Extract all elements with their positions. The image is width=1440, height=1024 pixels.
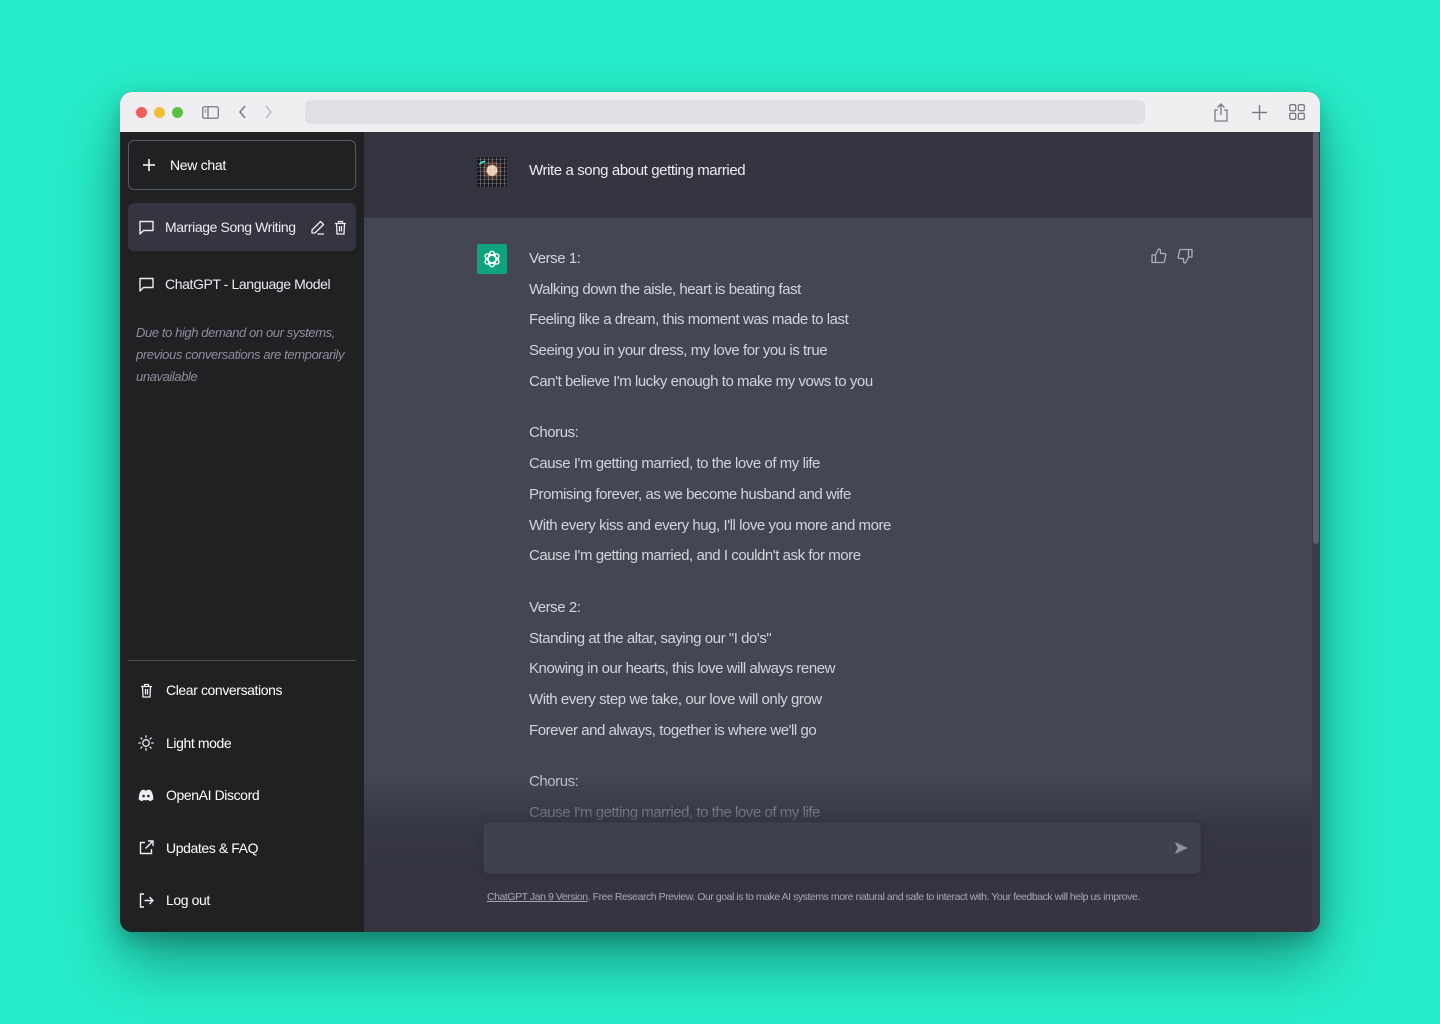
edit-icon[interactable]: [309, 219, 325, 235]
window-controls: [136, 106, 183, 118]
lyric-line: Knowing in our hearts, this love will al…: [529, 660, 835, 678]
version-link[interactable]: ChatGPT Jan 9 Version: [487, 891, 588, 903]
scrollbar-thumb[interactable]: [1313, 132, 1319, 544]
lyric-line: Promising forever, as we become husband …: [529, 485, 851, 503]
new-tab-icon[interactable]: [1250, 103, 1268, 121]
external-link-icon: [138, 840, 154, 856]
stanza-heading: Verse 1:: [529, 250, 581, 267]
user-avatar: [477, 157, 507, 187]
sun-icon: [138, 734, 154, 751]
browser-window: New chat Marriage Song Writing ChatGPT -…: [120, 92, 1320, 932]
light-mode-button[interactable]: Light mode: [128, 717, 356, 770]
lyric-line: Feeling like a dream, this moment was ma…: [529, 311, 849, 329]
conversation-title: Marriage Song Writing: [165, 219, 296, 235]
menu-label: OpenAI Discord: [166, 787, 260, 804]
logout-icon: [138, 892, 154, 908]
menu-label: Clear conversations: [166, 682, 283, 699]
user-message-text: Write a song about getting married: [529, 162, 746, 179]
lyrics-stanza: Chorus: Cause I'm getting married, to the…: [529, 423, 1129, 576]
new-chat-button[interactable]: New chat: [128, 140, 356, 190]
lyric-line: Walking down the aisle, heart is beating…: [529, 280, 801, 298]
lyric-line: Forever and always, together is where we…: [529, 721, 817, 739]
openai-discord-link[interactable]: OpenAI Discord: [128, 769, 356, 822]
plus-icon: [141, 157, 157, 173]
message-input[interactable]: [498, 837, 1158, 861]
stanza-heading: Verse 2:: [529, 598, 581, 616]
browser-titlebar: [120, 92, 1320, 132]
new-chat-label: New chat: [170, 157, 226, 173]
user-message-row: Write a song about getting married: [364, 132, 1312, 218]
maximize-window-button[interactable]: [172, 106, 183, 118]
log-out-button[interactable]: Log out: [128, 874, 356, 927]
chat-area: Write a song about getting married Verse…: [364, 132, 1320, 932]
lyric-line: With every kiss and every hug, I'll love…: [529, 516, 891, 534]
message-input-box: [483, 822, 1201, 874]
lyrics-stanza: Verse 1: Walking down the aisle, heart is…: [529, 249, 1129, 402]
lyric-line: Cause I'm getting married, to the love o…: [529, 455, 820, 473]
forward-icon[interactable]: [261, 105, 275, 119]
lyric-line: With every step we take, our love will o…: [529, 690, 822, 708]
discord-icon: [138, 787, 154, 803]
lyric-line: Cause I'm getting married, and I couldn'…: [529, 547, 861, 565]
lyric-line: Seeing you in your dress, my love for yo…: [529, 342, 828, 360]
menu-label: Log out: [166, 892, 210, 909]
close-window-button[interactable]: [136, 106, 147, 118]
thumbs-up-icon[interactable]: [1151, 248, 1167, 264]
lyrics-stanza: Verse 2: Standing at the altar, saying ou…: [529, 598, 1129, 751]
updates-faq-link[interactable]: Updates & FAQ: [128, 822, 356, 875]
minimize-window-button[interactable]: [154, 106, 165, 118]
feedback-buttons: [1151, 248, 1193, 264]
footer-disclaimer: ChatGPT Jan 9 Version. Free Research Pre…: [487, 891, 1207, 903]
send-icon[interactable]: [1174, 841, 1190, 857]
clear-conversations-button[interactable]: Clear conversations: [128, 664, 356, 717]
tab-overview-icon[interactable]: [1288, 103, 1306, 121]
chat-bubble-icon: [138, 276, 154, 292]
conversation-title: ChatGPT - Language Model: [165, 276, 331, 292]
scrollbar[interactable]: [1312, 132, 1320, 932]
lyric-line: Can't believe I'm lucky enough to make m…: [529, 372, 873, 390]
sidebar-menu: Clear conversations Light mode OpenAI Di…: [128, 660, 356, 927]
menu-label: Updates & FAQ: [166, 839, 259, 856]
sidebar: New chat Marriage Song Writing ChatGPT -…: [120, 132, 364, 932]
trash-icon: [138, 682, 154, 698]
delete-icon[interactable]: [332, 219, 348, 235]
assistant-message-text: Verse 1: Walking down the aisle, heart is…: [529, 249, 1129, 855]
share-icon[interactable]: [1212, 102, 1230, 122]
back-icon[interactable]: [235, 105, 249, 119]
chat-bubble-icon: [138, 219, 154, 235]
stanza-heading: Chorus:: [529, 424, 579, 442]
openai-logo-icon: [477, 244, 507, 274]
sidebar-toggle-icon[interactable]: [201, 105, 219, 119]
conversation-item[interactable]: ChatGPT - Language Model: [128, 260, 356, 308]
address-bar[interactable]: [305, 100, 1145, 124]
lyric-line: Standing at the altar, saying our "I do'…: [529, 629, 772, 647]
stanza-heading: Chorus:: [529, 773, 579, 791]
footer-text: . Free Research Preview. Our goal is to …: [587, 891, 1141, 903]
menu-label: Light mode: [166, 734, 232, 751]
conversation-item-active[interactable]: Marriage Song Writing: [128, 203, 356, 251]
history-unavailable-notice: Due to high demand on our systems, previ…: [136, 325, 345, 384]
thumbs-down-icon[interactable]: [1177, 248, 1193, 264]
